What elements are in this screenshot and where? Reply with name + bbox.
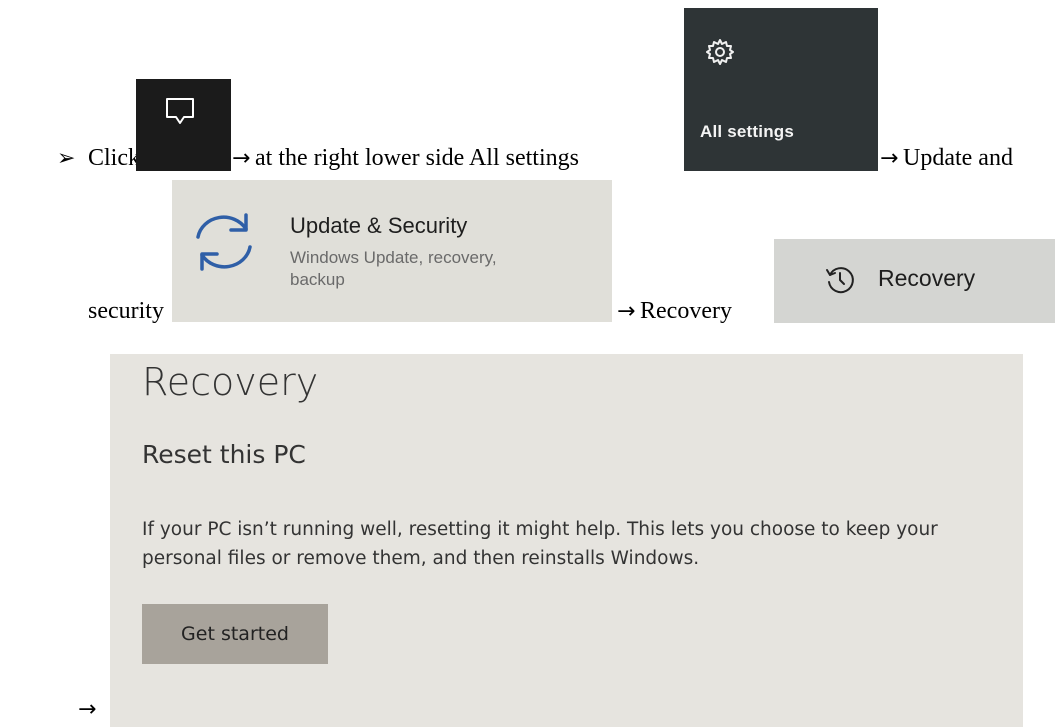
page-title: Recovery — [142, 360, 319, 404]
recovery-menu-item[interactable]: Recovery — [774, 239, 1055, 323]
instruction-security-text: security — [88, 298, 164, 324]
all-settings-label: All settings — [700, 122, 795, 141]
action-center-button[interactable] — [136, 79, 231, 171]
update-security-tile[interactable]: Update & Security Windows Update, recove… — [172, 180, 612, 322]
arrow-3: → — [617, 299, 636, 324]
reset-pc-heading: Reset this PC — [142, 440, 306, 469]
instruction-click-text: Click — [88, 145, 140, 171]
recovery-menu-label: Recovery — [878, 265, 976, 291]
recovery-page-screenshot: Recovery Reset this PC If your PC isn’t … — [110, 354, 1023, 727]
arrow-1: → — [232, 146, 251, 171]
instruction-update-and-text: Update and — [903, 145, 1013, 171]
arrow-4: → — [78, 697, 97, 722]
get-started-button[interactable]: Get started — [142, 604, 328, 664]
action-center-icon — [166, 98, 194, 124]
bullet-marker: ➢ — [57, 146, 76, 171]
gear-icon — [706, 39, 734, 65]
reset-pc-description: If your PC isn’t running well, resetting… — [142, 519, 938, 569]
arrow-2: → — [880, 146, 899, 171]
update-security-title: Update & Security — [290, 213, 468, 238]
history-icon — [826, 267, 854, 294]
update-security-subtitle: Windows Update, recovery, backup — [290, 248, 497, 289]
instruction-recovery-text: Recovery — [640, 298, 732, 324]
sync-icon — [196, 213, 252, 271]
instruction-lower-side-text: at the right lower side All settings — [255, 145, 579, 171]
all-settings-tile[interactable]: All settings — [684, 8, 878, 171]
